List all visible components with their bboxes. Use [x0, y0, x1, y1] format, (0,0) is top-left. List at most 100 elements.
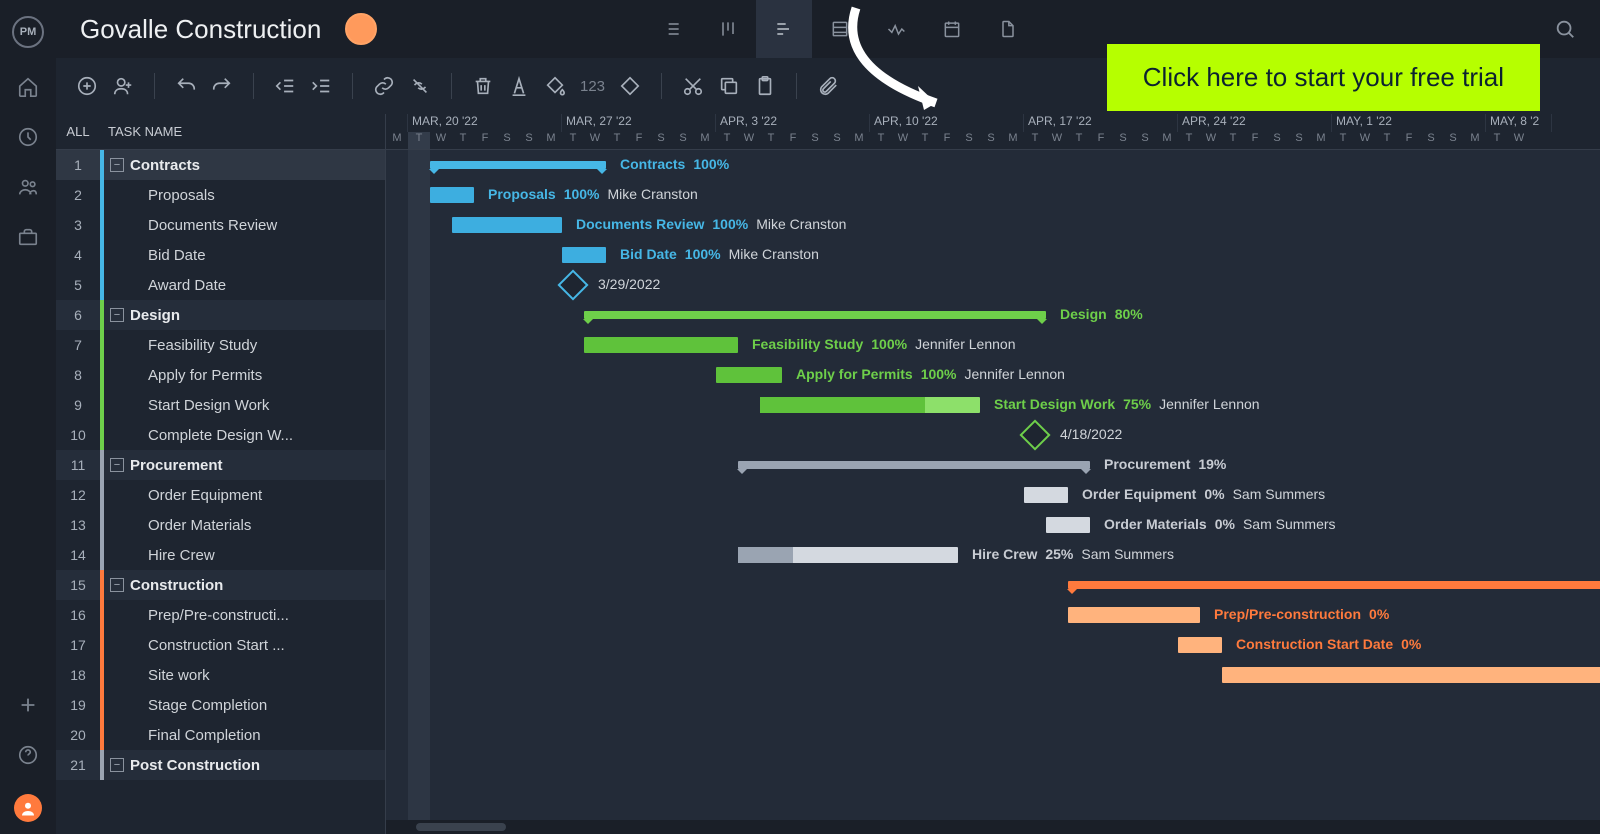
task-bar[interactable]	[1068, 607, 1200, 623]
user-avatar[interactable]	[14, 794, 42, 822]
attach-icon[interactable]	[817, 75, 839, 97]
task-row[interactable]: 5 Award Date	[56, 270, 385, 300]
redo-icon[interactable]	[211, 75, 233, 97]
view-board-icon[interactable]	[700, 0, 756, 58]
task-row[interactable]: 15 − Construction	[56, 570, 385, 600]
header-taskname[interactable]: TASK NAME	[100, 124, 182, 139]
task-row[interactable]: 19 Stage Completion	[56, 690, 385, 720]
cut-icon[interactable]	[682, 75, 704, 97]
collapse-icon[interactable]: −	[110, 758, 124, 772]
link-icon[interactable]	[373, 75, 395, 97]
help-icon[interactable]	[17, 744, 39, 766]
task-row[interactable]: 17 Construction Start ...	[56, 630, 385, 660]
people-icon[interactable]	[17, 176, 39, 198]
task-row[interactable]: 12 Order Equipment	[56, 480, 385, 510]
summary-bar[interactable]	[430, 161, 606, 169]
gantt-row	[386, 720, 1600, 750]
task-bar[interactable]	[430, 187, 474, 203]
task-bar[interactable]	[584, 337, 738, 353]
task-row[interactable]: 3 Documents Review	[56, 210, 385, 240]
task-row[interactable]: 14 Hire Crew	[56, 540, 385, 570]
view-file-icon[interactable]	[980, 0, 1036, 58]
task-row[interactable]: 10 Complete Design W...	[56, 420, 385, 450]
task-row[interactable]: 13 Order Materials	[56, 510, 385, 540]
task-row[interactable]: 4 Bid Date	[56, 240, 385, 270]
task-bar[interactable]	[452, 217, 562, 233]
task-name: Complete Design W...	[148, 427, 385, 444]
task-row[interactable]: 1 − Contracts	[56, 150, 385, 180]
day-label: T	[1376, 132, 1398, 150]
day-label: W	[1046, 132, 1068, 150]
row-number: 3	[56, 217, 100, 233]
text-style-icon[interactable]	[508, 75, 530, 97]
task-row[interactable]: 8 Apply for Permits	[56, 360, 385, 390]
assign-icon[interactable]	[112, 75, 134, 97]
task-bar[interactable]	[760, 397, 980, 413]
app-logo[interactable]: PM	[12, 16, 44, 48]
task-bar[interactable]	[1046, 517, 1090, 533]
delete-icon[interactable]	[472, 75, 494, 97]
view-list-icon[interactable]	[644, 0, 700, 58]
undo-icon[interactable]	[175, 75, 197, 97]
collapse-icon[interactable]: −	[110, 308, 124, 322]
project-avatar[interactable]	[345, 13, 377, 45]
clock-icon[interactable]	[17, 126, 39, 148]
collapse-icon[interactable]: −	[110, 578, 124, 592]
task-bar[interactable]	[716, 367, 782, 383]
task-row[interactable]: 2 Proposals	[56, 180, 385, 210]
number-format[interactable]: 123	[580, 78, 605, 95]
separator	[451, 73, 452, 99]
task-row[interactable]: 9 Start Design Work	[56, 390, 385, 420]
task-bar[interactable]	[738, 547, 958, 563]
task-row[interactable]: 11 − Procurement	[56, 450, 385, 480]
color-bar	[100, 180, 104, 210]
search-icon[interactable]	[1554, 18, 1576, 40]
task-row[interactable]: 20 Final Completion	[56, 720, 385, 750]
add-task-icon[interactable]	[76, 75, 98, 97]
task-name: Prep/Pre-constructi...	[148, 607, 385, 624]
day-label: F	[1090, 132, 1112, 150]
task-name: Hire Crew	[148, 547, 385, 564]
week-label: APR, 24 '22	[1178, 114, 1332, 132]
home-icon[interactable]	[17, 76, 39, 98]
view-gantt-icon[interactable]	[756, 0, 812, 58]
header-all[interactable]: ALL	[56, 124, 100, 139]
view-workload-icon[interactable]	[868, 0, 924, 58]
task-row[interactable]: 18 Site work	[56, 660, 385, 690]
task-name: Proposals	[148, 187, 385, 204]
summary-bar[interactable]	[584, 311, 1046, 319]
task-row[interactable]: 6 − Design	[56, 300, 385, 330]
task-bar[interactable]	[1024, 487, 1068, 503]
view-sheet-icon[interactable]	[812, 0, 868, 58]
milestone-icon[interactable]	[1019, 419, 1050, 450]
horizontal-scrollbar[interactable]	[386, 820, 1600, 834]
view-calendar-icon[interactable]	[924, 0, 980, 58]
plus-icon[interactable]	[17, 694, 39, 716]
summary-bar[interactable]	[1068, 581, 1600, 589]
bar-task-name: Hire Crew	[972, 546, 1037, 562]
collapse-icon[interactable]: −	[110, 158, 124, 172]
priority-icon[interactable]	[619, 75, 641, 97]
fill-icon[interactable]	[544, 75, 566, 97]
task-bar[interactable]	[1222, 667, 1600, 683]
briefcase-icon[interactable]	[17, 226, 39, 248]
task-row[interactable]: 16 Prep/Pre-constructi...	[56, 600, 385, 630]
row-number: 9	[56, 397, 100, 413]
unlink-icon[interactable]	[409, 75, 431, 97]
milestone-icon[interactable]	[557, 269, 588, 300]
summary-bar[interactable]	[738, 461, 1090, 469]
indent-icon[interactable]	[310, 75, 332, 97]
collapse-icon[interactable]: −	[110, 458, 124, 472]
task-bar[interactable]	[562, 247, 606, 263]
outdent-icon[interactable]	[274, 75, 296, 97]
copy-icon[interactable]	[718, 75, 740, 97]
paste-icon[interactable]	[754, 75, 776, 97]
day-label: T	[606, 132, 628, 150]
cta-banner[interactable]: Click here to start your free trial	[1107, 44, 1540, 111]
row-number: 16	[56, 607, 100, 623]
task-bar[interactable]	[1178, 637, 1222, 653]
gantt-row: Prep/Pre-construction0%	[386, 600, 1600, 630]
color-bar	[100, 720, 104, 750]
task-row[interactable]: 21 − Post Construction	[56, 750, 385, 780]
task-row[interactable]: 7 Feasibility Study	[56, 330, 385, 360]
